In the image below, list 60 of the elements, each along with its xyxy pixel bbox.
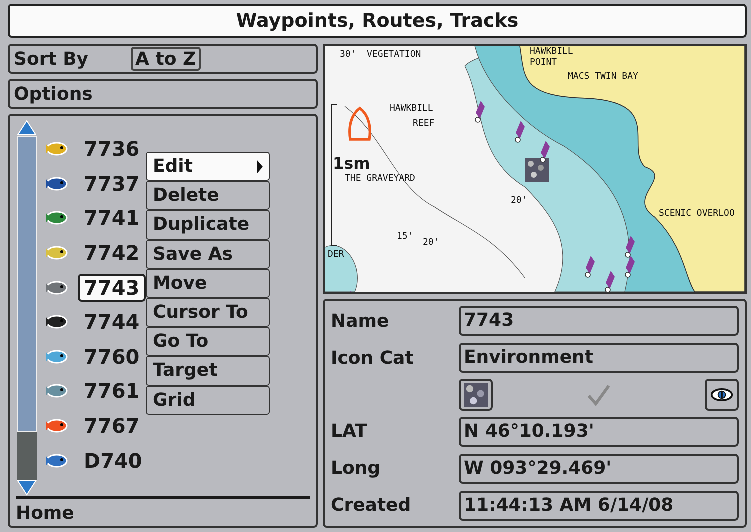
- waypoint-item[interactable]: 7736: [78, 135, 146, 164]
- menu-item[interactable]: Move: [146, 268, 270, 298]
- options-button[interactable]: Options: [8, 79, 318, 109]
- value-field[interactable]: N 46°10.193': [459, 416, 739, 447]
- check-icon: [587, 384, 611, 406]
- map-label: REEF: [413, 119, 435, 129]
- map-label: 20': [511, 196, 528, 206]
- map-label: MACS TWIN BAY: [568, 72, 638, 82]
- map-label: VEGETATION: [367, 50, 422, 60]
- waypoint-item[interactable]: 7744: [78, 308, 146, 336]
- field-label: Name: [331, 310, 390, 332]
- map-label: 30': [340, 50, 356, 60]
- menu-item[interactable]: Go To: [146, 327, 270, 356]
- marker-icon: [515, 121, 525, 143]
- menu-item[interactable]: Delete: [146, 181, 270, 210]
- map-label: HAWKBILL: [530, 47, 574, 57]
- icon-category-field[interactable]: Environment: [459, 343, 739, 374]
- menu-item[interactable]: Grid: [146, 386, 270, 415]
- marker-icon: [585, 256, 595, 278]
- value-field[interactable]: 11:44:13 AM 6/14/08: [459, 490, 739, 521]
- field-label: Created: [331, 495, 412, 516]
- menu-item[interactable]: Cursor To: [146, 298, 270, 328]
- home-label: Home: [16, 496, 310, 526]
- eye-icon: [710, 387, 734, 404]
- marker-icon: [540, 141, 550, 163]
- menu-item[interactable]: Save As: [146, 240, 270, 269]
- window-title: Waypoints, Routes, Tracks: [8, 4, 747, 38]
- scroll-bar[interactable]: [16, 120, 38, 496]
- map-label: DER: [328, 250, 344, 260]
- waypoint-item[interactable]: D740: [78, 446, 148, 475]
- waypoint-item[interactable]: 7767: [78, 412, 146, 440]
- map-label: 20': [423, 238, 440, 248]
- field-label: LAT: [331, 421, 368, 442]
- value-field[interactable]: W 093°29.469': [459, 454, 739, 484]
- map-label: POINT: [530, 58, 558, 68]
- map-label: HAWKBILL: [390, 104, 434, 114]
- map-label: 15': [397, 232, 414, 242]
- waypoint-icon-button[interactable]: [459, 379, 493, 412]
- map-label: THE GRAVEYARD: [345, 174, 416, 184]
- waypoint-item[interactable]: 7743: [78, 274, 146, 302]
- waypoint-item[interactable]: 7741: [78, 204, 146, 232]
- marker-icon: [475, 101, 485, 123]
- sort-label: Sort By: [14, 48, 89, 70]
- name-field[interactable]: 7743: [459, 306, 739, 336]
- marker-icon: [625, 256, 635, 278]
- field-label: Long: [331, 458, 382, 480]
- menu-item[interactable]: Edit: [146, 152, 270, 182]
- visibility-toggle[interactable]: [705, 379, 739, 412]
- menu-item[interactable]: Duplicate: [146, 210, 270, 240]
- map-label: SCENIC OVERLOO: [659, 209, 735, 219]
- waypoint-item[interactable]: 7761: [78, 377, 146, 406]
- waypoint-item[interactable]: 7742: [78, 239, 146, 268]
- waypoint-item[interactable]: 7760: [78, 342, 146, 371]
- field-label: Icon Cat: [331, 348, 415, 369]
- menu-item[interactable]: Target: [146, 356, 270, 386]
- scale-label: 1sm: [333, 154, 370, 173]
- waypoint-item[interactable]: 7737: [78, 170, 146, 198]
- waypoint-outline-icon: [347, 106, 373, 142]
- sort-dropdown[interactable]: A to Z: [130, 47, 202, 71]
- marker-icon: [625, 236, 635, 258]
